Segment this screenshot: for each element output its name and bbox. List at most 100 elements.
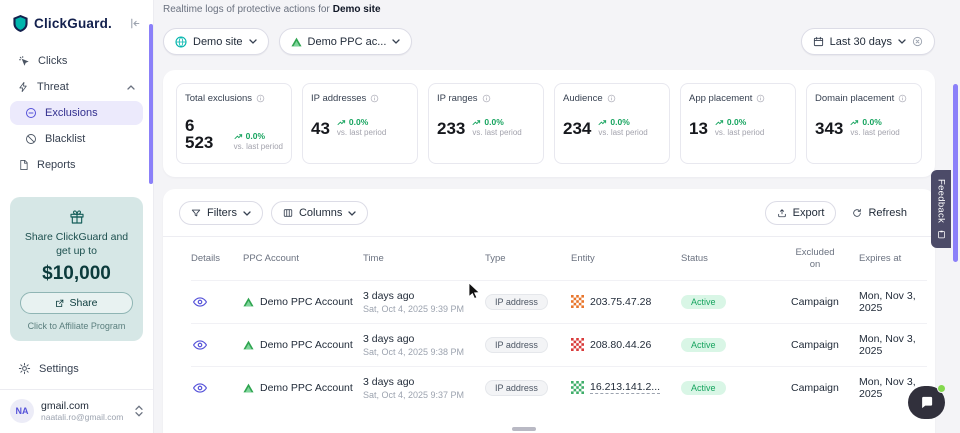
entity-cell: 203.75.47.28: [571, 295, 681, 308]
globe-icon: [175, 36, 187, 48]
share-button[interactable]: Share: [20, 292, 133, 314]
stat-period: vs. last period: [472, 128, 521, 137]
details-eye-button[interactable]: [191, 297, 243, 307]
stat-card-ip-addresses: IP addresses 43 0.0% vs. last period: [302, 83, 418, 164]
stat-card-audience: Audience 234 0.0% vs. last period: [554, 83, 670, 164]
ads-account-icon: [243, 340, 254, 350]
info-icon[interactable]: [607, 94, 616, 103]
trend-up-icon: [850, 119, 859, 126]
columns-button[interactable]: Columns: [271, 201, 368, 225]
feedback-tab-label: Feedback: [936, 179, 947, 223]
clear-date-icon[interactable]: [912, 36, 923, 47]
trend-up-icon: [715, 119, 724, 126]
stat-value: 233: [437, 120, 465, 137]
entity-cell: 16.213.141.2...: [571, 381, 681, 394]
stat-change-value: 0.0%: [862, 117, 881, 127]
stat-card-app-placement: App placement 13 0.0% vs. last period: [680, 83, 796, 164]
filter-row: Demo site Demo PPC ac... Last 30 days: [163, 28, 935, 55]
entity-value: 208.80.44.26: [590, 339, 651, 351]
export-icon: [777, 208, 787, 218]
sidebar-item-threat[interactable]: Threat: [10, 75, 143, 99]
refresh-button[interactable]: Refresh: [840, 201, 919, 225]
col-header-status: Status: [681, 253, 791, 264]
chat-launcher-button[interactable]: [908, 386, 945, 419]
entity-cell: 208.80.44.26: [571, 338, 681, 351]
share-button-label: Share: [69, 297, 97, 309]
refresh-button-label: Refresh: [868, 207, 907, 219]
external-link-icon: [55, 299, 64, 308]
collapse-sidebar-icon[interactable]: [128, 17, 141, 30]
sidebar-scrollbar[interactable]: [149, 24, 153, 184]
eye-icon: [193, 297, 207, 307]
details-eye-button[interactable]: [191, 383, 243, 393]
entity-identicon: [571, 381, 584, 394]
table-row[interactable]: Demo PPC Account 3 days agoSat, Oct 4, 2…: [191, 280, 927, 323]
time-exact: Sat, Oct 4, 2025 9:37 PM: [363, 390, 485, 400]
ppc-account-name: Demo PPC Account: [260, 296, 353, 308]
gift-icon: [69, 209, 85, 225]
sidebar-item-label: Settings: [39, 363, 79, 375]
sidebar-item-reports[interactable]: Reports: [10, 153, 143, 177]
time-relative: 3 days ago: [363, 376, 485, 388]
stat-label: IP addresses: [311, 93, 366, 104]
stat-card-total-exclusions: Total exclusions 6 523 0.0% vs. last per…: [176, 83, 292, 164]
user-name: gmail.com: [41, 400, 123, 413]
horizontal-scrollbar[interactable]: [512, 427, 536, 431]
date-range-filter[interactable]: Last 30 days: [801, 28, 935, 55]
type-cell: IP address: [485, 380, 571, 396]
status-cell: Active: [681, 381, 791, 395]
entity-value: 16.213.141.2...: [590, 381, 660, 394]
page-subtitle: Realtime logs of protective actions forD…: [163, 4, 935, 15]
affiliate-promo-card[interactable]: Share ClickGuard and get up to $10,000 S…: [10, 197, 143, 341]
table-row[interactable]: Demo PPC Account 3 days agoSat, Oct 4, 2…: [191, 323, 927, 366]
user-email: naatali.ro@gmail.com: [41, 412, 123, 422]
stat-label: Domain placement: [815, 93, 894, 104]
user-menu[interactable]: NA gmail.com naatali.ro@gmail.com: [0, 389, 153, 427]
chevron-up-down-icon: [135, 405, 143, 417]
ppc-account-name: Demo PPC Account: [260, 382, 353, 394]
type-badge: IP address: [485, 380, 548, 396]
status-badge: Active: [681, 381, 726, 395]
stat-change-value: 0.0%: [484, 117, 503, 127]
sidebar-item-clicks[interactable]: Clicks: [10, 49, 143, 73]
user-info: gmail.com naatali.ro@gmail.com: [41, 400, 123, 423]
vertical-scrollbar[interactable]: [953, 84, 958, 262]
export-button[interactable]: Export: [765, 201, 837, 225]
table-header-row: Details PPC Account Time Type Entity Sta…: [191, 237, 927, 280]
expires-at-cell: Mon, Nov 3, 2025: [859, 333, 927, 357]
columns-icon: [283, 208, 293, 218]
stat-change-value: 0.0%: [727, 117, 746, 127]
info-icon[interactable]: [370, 94, 379, 103]
promo-text: Share ClickGuard and get up to: [25, 230, 128, 258]
type-badge: IP address: [485, 337, 548, 353]
time-cell: 3 days ago Sat, Oct 4, 2025 9:37 PM: [363, 376, 485, 400]
info-icon[interactable]: [256, 94, 265, 103]
info-icon[interactable]: [756, 94, 765, 103]
stat-period: vs. last period: [337, 128, 386, 137]
ppc-account-cell: Demo PPC Account: [243, 296, 363, 308]
sidebar-item-exclusions[interactable]: Exclusions: [10, 101, 143, 125]
sidebar-item-blacklist[interactable]: Blacklist: [10, 127, 143, 151]
stat-label: IP ranges: [437, 93, 478, 104]
filters-button[interactable]: Filters: [179, 201, 263, 225]
feedback-tab[interactable]: Feedback: [931, 170, 951, 248]
time-cell: 3 days agoSat, Oct 4, 2025 9:39 PM: [363, 290, 485, 314]
columns-button-label: Columns: [299, 207, 342, 219]
affiliate-link[interactable]: Click to Affiliate Program: [28, 321, 126, 331]
table-row[interactable]: Demo PPC Account 3 days ago Sat, Oct 4, 2…: [191, 366, 927, 409]
col-header-details: Details: [191, 253, 243, 264]
time-relative: 3 days ago: [363, 333, 485, 345]
ppc-account-filter[interactable]: Demo PPC ac...: [279, 28, 413, 55]
filters-button-label: Filters: [207, 207, 237, 219]
stat-card-domain-placement: Domain placement 343 0.0% vs. last perio…: [806, 83, 922, 164]
info-icon[interactable]: [898, 94, 907, 103]
time-exact: Sat, Oct 4, 2025 9:39 PM: [363, 304, 485, 314]
eye-icon: [193, 383, 207, 393]
info-icon[interactable]: [482, 94, 491, 103]
calendar-icon: [813, 36, 824, 47]
stat-value: 13: [689, 120, 708, 137]
promo-line1: Share ClickGuard and: [25, 231, 128, 243]
sidebar-item-settings[interactable]: Settings: [10, 356, 143, 381]
site-filter[interactable]: Demo site: [163, 28, 269, 55]
details-eye-button[interactable]: [191, 340, 243, 350]
